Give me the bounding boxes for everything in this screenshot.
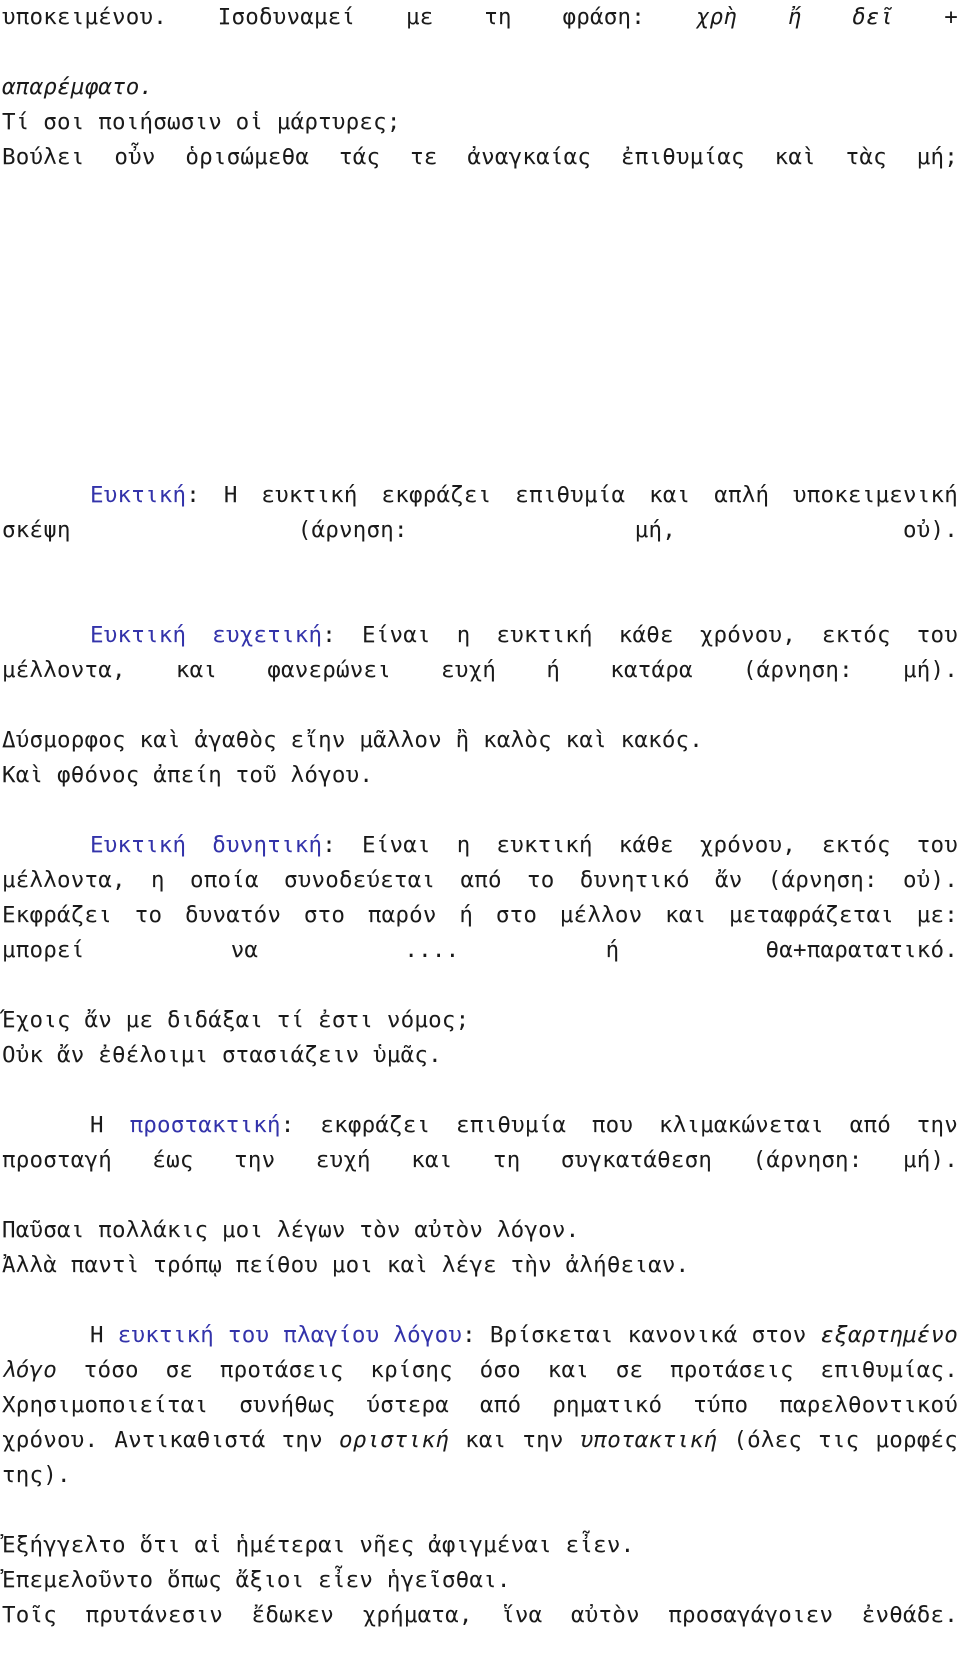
example-alla-panti: Ἀλλὰ παντὶ τρόπῳ πείθου μοι καὶ λέγε τὴν…: [2, 1248, 958, 1283]
example-text: Καὶ φθόνος ἀπείη τοῦ λόγου.: [2, 762, 374, 788]
section-body-part-3: και την: [448, 1427, 580, 1453]
intro-italic-fragment: χρὴ ἤ δεῖ +: [695, 4, 958, 30]
example-text: Βούλει οὖν ὁρισώμεθα τάς τε ἀναγκαίας ἐπ…: [2, 144, 958, 170]
example-line-boulei: Βούλει οὖν ὁρισώμεθα τάς τε ἀναγκαίας ἐπ…: [2, 140, 958, 210]
example-tois-prytanesin: Τοῖς πρυτάνεσιν ἔδωκεν χρήματα, ἵνα αὐτὸ…: [2, 1598, 958, 1668]
document-page: υποκειμένου. Ισοδυναμεί με τη φράση: χρὴ…: [0, 0, 960, 1628]
section-heading-euktiki: Ευκτική: [90, 482, 187, 508]
intro-paragraph-line-2: απαρέμφατο.: [2, 70, 958, 105]
example-text: Τοῖς πρυτάνεσιν ἔδωκεν χρήματα, ἵνα αὐτὸ…: [2, 1602, 958, 1628]
section-heading-euktiki-dynitiki: Ευκτική δυνητική: [90, 832, 323, 858]
example-text: Ἐξήγγελτο ὅτι αἱ ἡμέτεραι νῆες ἀφιγμέναι…: [2, 1532, 635, 1558]
heading-colon: :: [186, 482, 200, 508]
example-echois-an: Ἔχοις ἄν με διδάξαι τί ἐστι νόμος;: [2, 1003, 958, 1038]
section-heading-euktiki-euchetiki: Ευκτική ευχετική: [90, 622, 323, 648]
example-text: Ἐπεμελοῦντο ὅπως ἄξιοι εἶεν ἡγεῖσθαι.: [2, 1567, 511, 1593]
section-prostaktiki: Η προστακτική: εκφράζει επιθυμία που κλι…: [2, 1108, 958, 1213]
section-body-part-1: Βρίσκεται κανονικά στον: [475, 1322, 821, 1348]
example-line-ti-soi: Τί σοι ποιήσωσιν οἱ μάρτυρες;: [2, 105, 958, 140]
example-text: Τί σοι ποιήσωσιν οἱ μάρτυρες;: [2, 109, 401, 135]
vertical-blank-space: [2, 210, 958, 478]
example-epemelounto: Ἐπεμελοῦντο ὅπως ἄξιοι εἶεν ἡγεῖσθαι.: [2, 1563, 958, 1598]
heading-colon: :: [322, 832, 336, 858]
section-euktiki-dynitiki: Ευκτική δυνητική: Είναι η ευκτική κάθε χ…: [2, 828, 958, 1003]
example-pausai: Παῦσαι πολλάκις μοι λέγων τὸν αὐτὸν λόγο…: [2, 1213, 958, 1248]
example-text: Παῦσαι πολλάκις μοι λέγων τὸν αὐτὸν λόγο…: [2, 1217, 580, 1243]
heading-colon: :: [280, 1112, 295, 1138]
example-text: Δύσμορφος καὶ ἀγαθὸς εἴην μᾶλλον ἢ καλὸς…: [2, 727, 704, 753]
intro-paragraph-line-1: υποκειμένου. Ισοδυναμεί με τη φράση: χρὴ…: [2, 0, 958, 70]
example-kai-fthonos: Καὶ φθόνος ἀπείη τοῦ λόγου.: [2, 758, 958, 793]
example-ouk-an: Οὐκ ἄν ἐθέλοιμι στασιάζειν ὑμᾶς.: [2, 1038, 958, 1073]
italic-oristiki: οριστική: [338, 1427, 449, 1453]
heading-colon: :: [322, 622, 336, 648]
heading-colon: :: [462, 1322, 476, 1348]
italic-ypotaktiki: υποτακτική: [579, 1427, 718, 1453]
example-text: Ἀλλὰ παντὶ τρόπῳ πείθου μοι καὶ λέγε τὴν…: [2, 1252, 690, 1278]
section-heading-prostaktiki: προστακτική: [129, 1112, 281, 1138]
section-euktiki: Ευκτική: Η ευκτική εκφράζει επιθυμία και…: [2, 478, 958, 583]
example-exiggelto: Ἐξήγγελτο ὅτι αἱ ἡμέτεραι νῆες ἀφιγμέναι…: [2, 1528, 958, 1563]
example-dysmorfos: Δύσμορφος καὶ ἀγαθὸς εἴην μᾶλλον ἢ καλὸς…: [2, 723, 958, 758]
section-lead-prostaktiki: Η: [90, 1112, 130, 1138]
section-lead-euktiki-plagiou: Η: [90, 1322, 118, 1348]
section-euktiki-plagiou: Η ευκτική του πλαγίου λόγου: Βρίσκεται κ…: [2, 1318, 958, 1528]
example-text: Οὐκ ἄν ἐθέλοιμι στασιάζειν ὑμᾶς.: [2, 1042, 442, 1068]
section-euktiki-euchetiki: Ευκτική ευχετική: Είναι η ευκτική κάθε χ…: [2, 618, 958, 723]
intro-text-1: υποκειμένου. Ισοδυναμεί με τη φράση:: [2, 4, 696, 30]
intro-text-2: απαρέμφατο.: [2, 74, 154, 100]
example-text: Ἔχοις ἄν με διδάξαι τί ἐστι νόμος;: [2, 1007, 470, 1033]
section-heading-euktiki-plagiou: ευκτική του πλαγίου λόγου: [117, 1322, 463, 1348]
